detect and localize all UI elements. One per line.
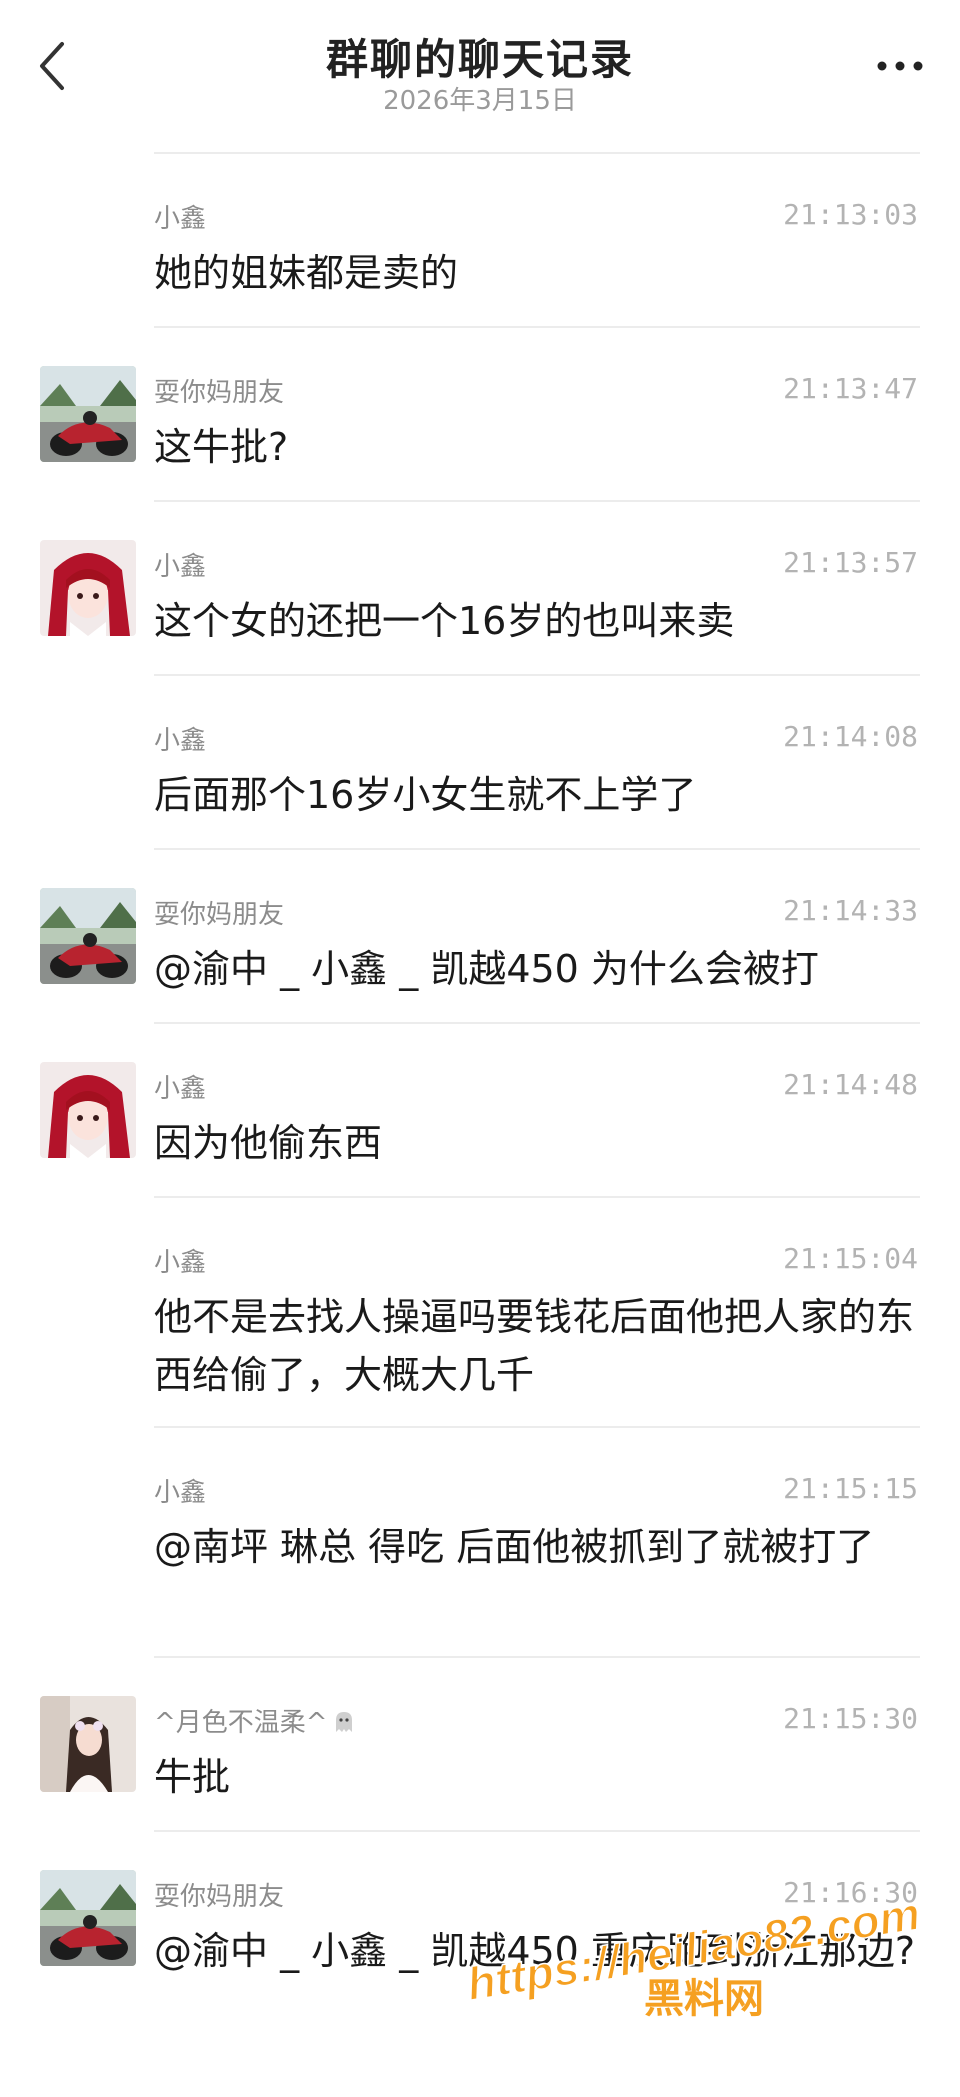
message-time: 21:14:33 xyxy=(783,894,918,927)
avatar[interactable] xyxy=(40,366,136,462)
message-divider xyxy=(154,1830,920,1832)
message-row[interactable]: 小鑫 21:14:48 因为他偷东西 xyxy=(0,1022,960,1196)
message-row[interactable]: 小鑫 21:13:57 这个女的还把一个16岁的也叫来卖 xyxy=(0,500,960,674)
message-text: 她的姐妹都是卖的 xyxy=(154,251,459,295)
message-time: 21:14:08 xyxy=(783,720,918,753)
avatar[interactable] xyxy=(40,1062,136,1158)
message-time: 21:15:04 xyxy=(783,1242,918,1275)
sender-name: 小鑫 xyxy=(154,1248,207,1278)
message-row[interactable]: 小鑫 21:14:08 后面那个16岁小女生就不上学了 xyxy=(0,674,960,848)
more-dots-icon xyxy=(877,61,923,71)
ghost-emoji xyxy=(328,1708,356,1738)
sender-name: 小鑫 xyxy=(154,552,207,582)
message-time: 21:15:15 xyxy=(783,1472,918,1505)
sender-name: ^月色不温柔^ xyxy=(154,1702,356,1739)
message-divider xyxy=(154,1656,920,1658)
message-divider xyxy=(154,1022,920,1024)
message-text: @渝中 _ 小鑫 _ 凯越450 为什么会被打 xyxy=(154,947,819,991)
sender-name: 耍你妈朋友 xyxy=(154,900,285,930)
avatar[interactable] xyxy=(40,540,136,636)
message-time: 21:13:03 xyxy=(783,198,918,231)
avatar[interactable] xyxy=(40,888,136,984)
avatar[interactable] xyxy=(40,1870,136,1966)
message-time: 21:16:30 xyxy=(783,1876,918,1909)
sender-name: 小鑫 xyxy=(154,1478,207,1508)
message-row[interactable]: 耍你妈朋友 21:13:47 这牛批? xyxy=(0,326,960,500)
message-time: 21:15:30 xyxy=(783,1702,918,1735)
chat-header: 群聊的聊天记录 2026年3月15日 xyxy=(0,0,960,150)
message-time: 21:14:48 xyxy=(783,1068,918,1101)
avatar[interactable] xyxy=(40,1696,136,1792)
sender-name: 小鑫 xyxy=(154,204,207,234)
message-text: 牛批 xyxy=(154,1755,231,1799)
message-row[interactable]: 小鑫 21:13:03 她的姐妹都是卖的 xyxy=(0,152,960,326)
message-text: 因为他偷东西 xyxy=(154,1121,383,1165)
message-row[interactable]: 耍你妈朋友 21:14:33 @渝中 _ 小鑫 _ 凯越450 为什么会被打 xyxy=(0,848,960,1022)
message-divider xyxy=(154,1196,920,1198)
message-divider xyxy=(154,326,920,328)
more-options-button[interactable] xyxy=(870,46,930,86)
message-row[interactable]: 小鑫 21:15:15 @南坪 琳总 得吃 后面他被抓到了就被打了 xyxy=(0,1426,960,1656)
message-row[interactable]: ^月色不温柔^ 21:15:30 牛批 xyxy=(0,1656,960,1830)
page-title: 群聊的聊天记录 xyxy=(325,35,634,84)
message-text: 这牛批? xyxy=(154,425,289,469)
message-text: 后面那个16岁小女生就不上学了 xyxy=(154,773,697,817)
message-text: @南坪 琳总 得吃 后面他被抓到了就被打了 xyxy=(154,1525,875,1569)
sender-name: 小鑫 xyxy=(154,726,207,756)
message-time: 21:13:47 xyxy=(783,372,918,405)
sender-name: 小鑫 xyxy=(154,1074,207,1104)
message-divider xyxy=(154,1426,920,1428)
message-text: 他不是去找人操逼吗要钱花后面他把人家的东西给偷了，大概大几千 xyxy=(154,1295,915,1397)
message-divider xyxy=(154,500,920,502)
sender-name: 耍你妈朋友 xyxy=(154,1882,285,1912)
message-divider xyxy=(154,152,920,154)
message-time: 21:13:57 xyxy=(783,546,918,579)
message-divider xyxy=(154,674,920,676)
chat-date: 2026年3月15日 xyxy=(383,86,577,116)
message-row[interactable]: 耍你妈朋友 21:16:30 @渝中 _ 小鑫 _ 凯越450 重庆跑到浙江那边? xyxy=(0,1830,960,2060)
message-row[interactable]: 小鑫 21:15:04 他不是去找人操逼吗要钱花后面他把人家的东西给偷了，大概大几千 xyxy=(0,1196,960,1426)
message-divider xyxy=(154,848,920,850)
sender-name: 耍你妈朋友 xyxy=(154,378,285,408)
message-text: 这个女的还把一个16岁的也叫来卖 xyxy=(154,599,735,643)
message-text: @渝中 _ 小鑫 _ 凯越450 重庆跑到浙江那边? xyxy=(154,1929,916,1973)
ghost-icon xyxy=(335,1712,352,1732)
